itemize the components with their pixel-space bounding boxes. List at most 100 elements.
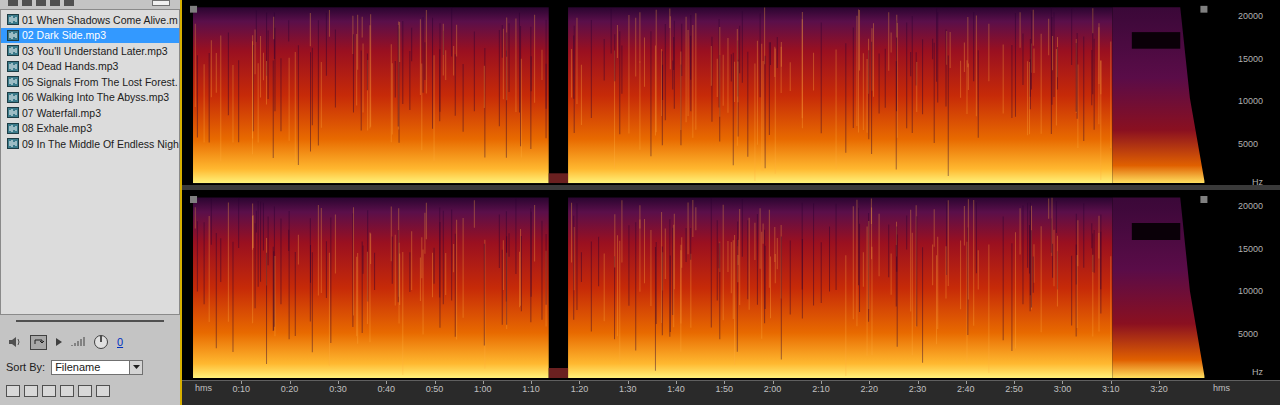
volume-knob-icon[interactable] bbox=[93, 334, 109, 350]
time-tick: 3:10 bbox=[1102, 385, 1120, 394]
sort-label: Sort By: bbox=[6, 359, 45, 376]
time-tick: 1:20 bbox=[571, 385, 589, 394]
tick-mark bbox=[483, 381, 484, 384]
toolbar-button[interactable] bbox=[24, 385, 38, 397]
spectral-view: 2000015000100005000Hz2000015000100005000… bbox=[182, 0, 1280, 405]
frequency-label: 5000 bbox=[1238, 329, 1258, 338]
frequency-label: 5000 bbox=[1238, 139, 1258, 148]
toolbar-button[interactable] bbox=[78, 385, 92, 397]
bottom-toolbar bbox=[0, 377, 180, 405]
transport-row: 0 bbox=[0, 327, 180, 357]
tick-mark bbox=[1014, 381, 1015, 384]
sort-row: Sort By: Filename bbox=[0, 357, 180, 377]
tick-mark bbox=[966, 381, 967, 384]
sort-dropdown[interactable]: Filename bbox=[51, 360, 143, 375]
tick-mark bbox=[821, 381, 822, 384]
channel: 2000015000100005000Hz bbox=[182, 0, 1280, 190]
frequency-unit: Hz bbox=[1252, 178, 1263, 187]
audio-file-icon bbox=[7, 123, 19, 134]
audio-file-icon bbox=[7, 138, 19, 149]
tick-mark bbox=[676, 381, 677, 384]
frequency-label: 15000 bbox=[1238, 244, 1263, 253]
file-item[interactable]: 09 In The Middle Of Endless Nigh bbox=[1, 136, 179, 152]
toolbar-icon[interactable] bbox=[50, 0, 60, 6]
time-tick: 1:10 bbox=[522, 385, 540, 394]
file-list: 01 When Shadows Come Alive.m02 Dark Side… bbox=[0, 9, 180, 315]
audio-file-icon bbox=[7, 61, 19, 72]
time-ruler: hms 0:10 0:20 0:30 0:40 0:50 1:00 1:10 1:20 1:30 1… bbox=[182, 380, 1280, 405]
time-tick: 2:10 bbox=[812, 385, 830, 394]
toolbar-icon[interactable] bbox=[152, 0, 170, 6]
tick-mark bbox=[386, 381, 387, 384]
tick-mark bbox=[338, 381, 339, 384]
volume-reading[interactable]: 0 bbox=[117, 334, 123, 351]
audio-file-icon bbox=[7, 92, 19, 103]
time-tick: 1:40 bbox=[667, 385, 685, 394]
time-end-unit: hms bbox=[1213, 384, 1230, 393]
channel: 2000015000100005000Hz bbox=[182, 190, 1280, 380]
time-tick: 0:30 bbox=[329, 385, 347, 394]
time-tick: 1:50 bbox=[716, 385, 734, 394]
loop-icon bbox=[33, 338, 44, 347]
frequency-label: 10000 bbox=[1238, 287, 1263, 296]
volume-bars-icon bbox=[71, 337, 85, 347]
file-item[interactable]: 05 Signals From The Lost Forest. bbox=[1, 74, 179, 90]
tick-mark bbox=[435, 381, 436, 384]
toolbar-icon[interactable] bbox=[64, 0, 74, 6]
toolbar-icon[interactable] bbox=[22, 0, 32, 6]
panel-toolbar bbox=[0, 0, 180, 9]
audio-editor: 01 When Shadows Come Alive.m02 Dark Side… bbox=[0, 0, 1280, 405]
file-item[interactable]: 07 Waterfall.mp3 bbox=[1, 105, 179, 121]
tick-mark bbox=[918, 381, 919, 384]
time-tick: 3:20 bbox=[1150, 385, 1168, 394]
toolbar-icon[interactable] bbox=[36, 0, 46, 6]
time-tick: 2:40 bbox=[957, 385, 975, 394]
horizontal-scrollbar[interactable] bbox=[0, 315, 180, 327]
tick-mark bbox=[579, 381, 580, 384]
toolbar-button[interactable] bbox=[96, 385, 110, 397]
tick-mark bbox=[724, 381, 725, 384]
dropdown-arrow-icon bbox=[133, 365, 140, 369]
time-unit: hms bbox=[195, 384, 212, 393]
frequency-label: 20000 bbox=[1238, 12, 1263, 21]
spectrogram[interactable] bbox=[182, 0, 1228, 185]
time-tick: 1:00 bbox=[474, 385, 492, 394]
tick-mark bbox=[241, 381, 242, 384]
time-tick: 0:50 bbox=[426, 385, 444, 394]
tick-mark bbox=[1111, 381, 1112, 384]
frequency-label: 20000 bbox=[1238, 202, 1263, 211]
speaker-icon[interactable] bbox=[8, 336, 22, 348]
audio-file-icon bbox=[7, 30, 19, 41]
toolbar-icon[interactable] bbox=[8, 0, 18, 6]
time-tick: 2:50 bbox=[1005, 385, 1023, 394]
file-item[interactable]: 06 Walking Into The Abyss.mp3 bbox=[1, 90, 179, 106]
file-item[interactable]: 02 Dark Side.mp3 bbox=[1, 28, 179, 44]
toolbar-button[interactable] bbox=[42, 385, 56, 397]
tick-mark bbox=[290, 381, 291, 384]
toolbar-button[interactable] bbox=[6, 385, 20, 397]
file-item[interactable]: 01 When Shadows Come Alive.m bbox=[1, 12, 179, 28]
file-item[interactable]: 08 Exhale.mp3 bbox=[1, 121, 179, 137]
frequency-axis: 2000015000100005000Hz bbox=[1228, 0, 1280, 185]
time-tick: 0:10 bbox=[233, 385, 251, 394]
tick-mark bbox=[773, 381, 774, 384]
loop-button[interactable] bbox=[30, 335, 47, 350]
audio-file-icon bbox=[7, 76, 19, 87]
time-tick: 2:30 bbox=[909, 385, 927, 394]
tick-mark bbox=[1062, 381, 1063, 384]
time-tick: 2:20 bbox=[860, 385, 878, 394]
audio-file-icon bbox=[7, 107, 19, 118]
audio-file-icon bbox=[7, 14, 19, 25]
file-item[interactable]: 03 You'll Understand Later.mp3 bbox=[1, 43, 179, 59]
time-tick: 1:30 bbox=[619, 385, 637, 394]
time-tick: 0:20 bbox=[281, 385, 299, 394]
tick-mark bbox=[628, 381, 629, 384]
tick-mark bbox=[1159, 381, 1160, 384]
spectrogram[interactable] bbox=[182, 190, 1228, 380]
file-item[interactable]: 04 Dead Hands.mp3 bbox=[1, 59, 179, 75]
play-icon[interactable] bbox=[55, 337, 63, 347]
tick-mark bbox=[869, 381, 870, 384]
frequency-axis: 2000015000100005000Hz bbox=[1228, 190, 1280, 380]
toolbar-button[interactable] bbox=[60, 385, 74, 397]
time-tick: 0:40 bbox=[377, 385, 395, 394]
